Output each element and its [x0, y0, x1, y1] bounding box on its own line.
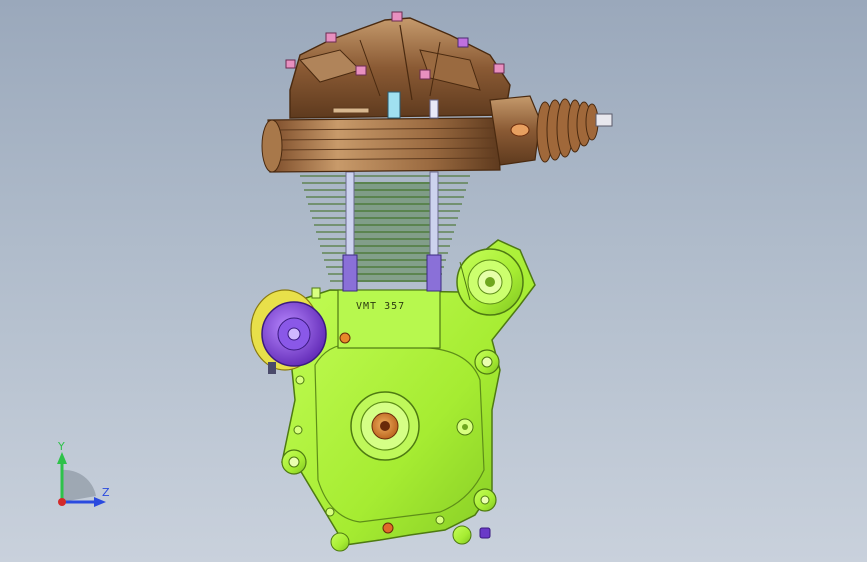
triad-origin-icon	[58, 498, 66, 506]
cylinder-head[interactable]	[261, 11, 511, 173]
exhaust-port[interactable]	[489, 95, 613, 166]
cylinder-bore-shadow	[350, 182, 436, 282]
cad-graphics-viewport[interactable]: VMT 357 Y Z	[0, 0, 867, 562]
barrel-base[interactable]: VMT 357	[337, 289, 441, 349]
timing-cover[interactable]	[456, 248, 524, 316]
triad-graphic	[57, 452, 106, 507]
coordinate-triad[interactable]: Y Z	[40, 440, 130, 520]
engine-stamp: VMT 357	[356, 301, 405, 312]
crankshaft-boss[interactable]	[350, 391, 420, 461]
engine-model[interactable]: VMT 357	[0, 0, 867, 562]
y-axis-arrow-icon	[57, 452, 67, 464]
triad-plane-shade	[62, 469, 96, 502]
z-axis-label: Z	[102, 486, 110, 499]
y-axis-label: Y	[58, 440, 65, 453]
